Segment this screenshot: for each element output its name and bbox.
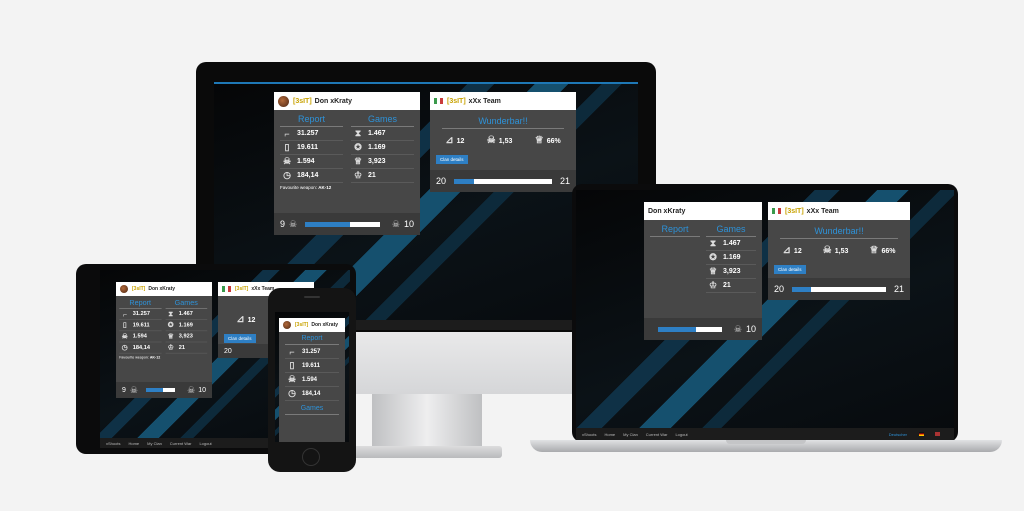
grave-icon: ▯: [284, 142, 290, 152]
player-card[interactable]: [3sIT] Don xKraty Report ⌐ 31.257 ▯ 19.611 …: [116, 282, 212, 398]
skull-icon: ☠: [822, 245, 832, 256]
clock-icon: ◷: [283, 170, 291, 180]
brand-link[interactable]: xShoots: [582, 432, 596, 437]
clan-name[interactable]: xXx Team: [469, 98, 501, 105]
progress-bar: [454, 178, 552, 184]
nav-logout[interactable]: Logout: [675, 432, 687, 437]
nav-current-war[interactable]: Current War: [646, 432, 668, 437]
flag-icon: [434, 98, 443, 104]
nav-my-clan[interactable]: My Clan: [623, 432, 638, 437]
skull-icon: ☠: [289, 218, 298, 229]
phone: [3sIT] Don xKraty Report ⌐ 31.257 ▯ 19.611 …: [268, 288, 356, 472]
clan-card[interactable]: [3sIT] xXx Team Wunderbar!! ⊿ 12 ☠ 1,53 ♕ 6…: [430, 92, 576, 192]
games-title: Games: [351, 114, 414, 127]
player-card[interactable]: Don xKraty Report Games ⧗ 1.467 ✪ 1.169 ♕ 3…: [644, 202, 762, 340]
skull-icon: ☠: [733, 323, 742, 334]
clan-card[interactable]: [3sIT] xXx Team Wunderbar!! ⊿ 12 ☠ 1,53 ♕ 66…: [768, 202, 910, 300]
trophy-icon: ♕: [869, 245, 879, 256]
phone-screen: [3sIT] Don xKraty Report ⌐ 31.257 ▯ 19.611 …: [275, 312, 349, 442]
player-card[interactable]: [3sIT] Don xKraty Report ⌐ 31.257 ▯ 19.611 …: [279, 318, 345, 442]
player-name[interactable]: Don xKraty: [315, 98, 352, 105]
home-button[interactable]: [302, 448, 320, 466]
laptop-screen: Don xKraty Report Games ⧗ 1.467 ✪ 1.169 ♕ 3…: [576, 190, 954, 440]
clan-details-button[interactable]: Clan details: [774, 265, 806, 274]
laptop-screen-frame: Don xKraty Report Games ⧗ 1.467 ✪ 1.169 ♕ 3…: [572, 184, 958, 442]
avatar: [278, 95, 289, 107]
skull-icon: ☠: [282, 156, 292, 166]
clan-title: Wunderbar!!: [442, 116, 564, 129]
medal-icon: ✪: [354, 142, 362, 152]
hourglass-icon: ⧗: [354, 128, 362, 138]
laptop-base: [530, 440, 1002, 452]
bottom-navbar: xShoots Home My Clan Current War Logout …: [576, 428, 954, 440]
skull-icon: ☠: [486, 135, 496, 146]
report-title: Report: [280, 114, 343, 127]
nav-home[interactable]: Home: [604, 432, 615, 437]
flag-icon: [772, 208, 781, 214]
crown-icon: ♔: [353, 170, 363, 180]
progress-bar: [305, 221, 380, 227]
trophy-icon: ♕: [534, 135, 544, 146]
player-tag: [3sIT]: [293, 97, 312, 105]
trophy-icon: ♕: [353, 156, 363, 166]
boot-icon: ⊿: [445, 135, 454, 146]
boot-icon: ⊿: [782, 245, 791, 256]
player-card[interactable]: [3sIT] Don xKraty Report ⌐ 31.257 ▯ 19.611…: [274, 92, 420, 235]
gun-icon: ⌐: [284, 128, 290, 139]
monitor-stand: [372, 394, 482, 448]
skull-icon: ☠: [391, 218, 400, 229]
clan-details-button[interactable]: Clan details: [436, 155, 468, 164]
monitor-foot: [352, 446, 502, 458]
